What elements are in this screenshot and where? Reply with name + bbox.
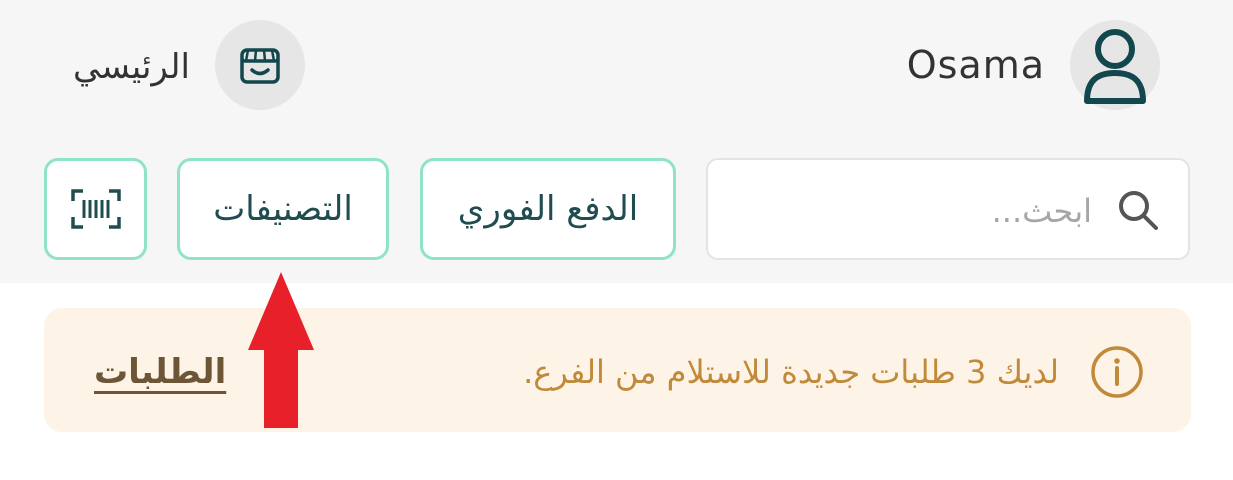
barcode-scan-button[interactable] [44,158,147,260]
orders-notice-banner: لديك 3 طلبات جديدة للاستلام من الفرع. ال… [44,308,1191,432]
search-input[interactable]: ابحث... [706,158,1190,260]
home-label[interactable]: الرئيسي [73,42,190,92]
red-up-arrow-icon [248,272,314,428]
user-avatar-button[interactable] [1070,20,1160,110]
categories-button[interactable]: التصنيفات [177,158,389,260]
categories-label: التصنيفات [213,189,353,229]
info-icon [1091,346,1143,398]
notice-text: لديك 3 طلبات جديدة للاستلام من الفرع. [523,353,1059,391]
orders-link[interactable]: الطلبات [94,344,226,400]
instant-pay-label: الدفع الفوري [457,189,639,229]
search-placeholder: ابحث... [991,192,1092,230]
user-name: Osama [906,43,1045,87]
barcode-scan-icon [70,189,121,229]
home-store-button[interactable] [215,20,305,110]
search-icon [1119,191,1158,230]
instant-pay-button[interactable]: الدفع الفوري [420,158,676,260]
user-icon [1084,29,1146,104]
store-icon [240,48,280,84]
